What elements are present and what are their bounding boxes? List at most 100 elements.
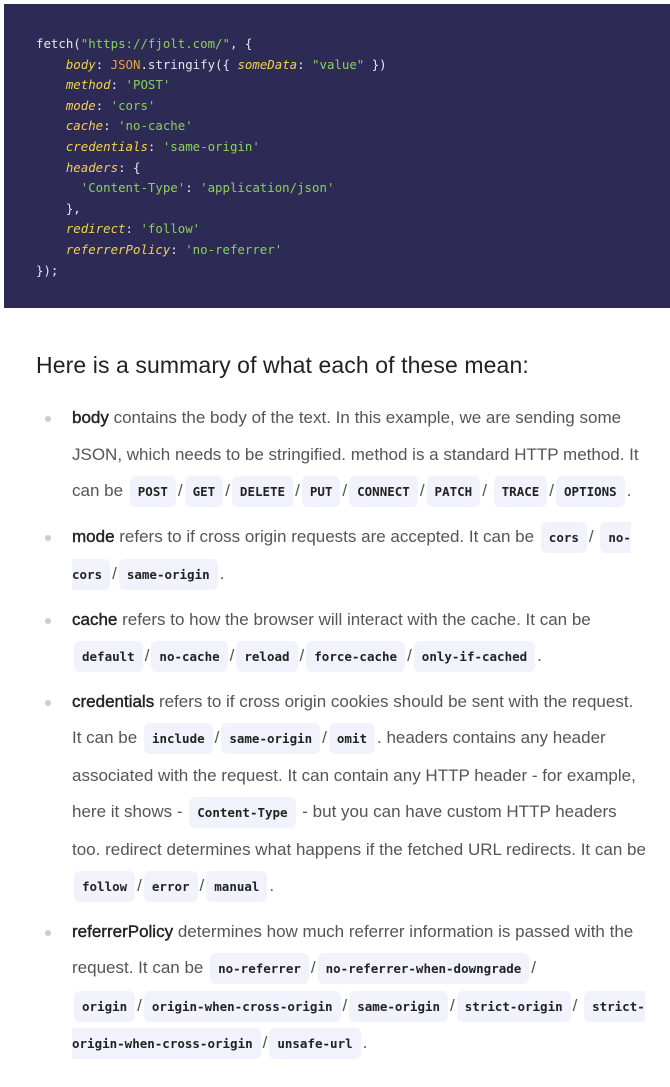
inline-code: same-origin	[349, 990, 449, 1022]
code-token: someData	[237, 56, 298, 72]
code-token: },	[36, 200, 81, 216]
inline-code: same-origin	[118, 559, 218, 590]
text: /	[549, 481, 555, 500]
text: /	[112, 564, 117, 583]
text: /	[137, 995, 142, 1015]
inline-code: Content-Type	[189, 797, 296, 828]
text: /	[342, 481, 348, 500]
inline-code: reload	[236, 641, 298, 672]
inline-code: origin	[74, 990, 136, 1022]
code-token: "https://fjolt.com/"	[80, 36, 230, 51]
code-token: :	[185, 180, 201, 196]
text: /	[322, 728, 327, 747]
text: /	[295, 481, 300, 500]
code-token: :	[147, 138, 163, 154]
inline-code: follow	[74, 871, 136, 902]
code-token: 'Content-Type'	[80, 180, 186, 196]
inline-code: include	[143, 723, 213, 754]
text: .	[269, 876, 275, 895]
inline-code: no-referrer-when-downgrade	[317, 953, 530, 984]
inline-code: CONNECT	[349, 476, 418, 507]
code-token: })	[364, 56, 387, 72]
inline-code: origin-when-cross-origin	[143, 990, 341, 1022]
inline-code: PUT	[301, 476, 341, 507]
code-token: :	[297, 56, 313, 72]
code-token: 'POST'	[125, 77, 171, 93]
text: /	[407, 646, 412, 665]
code-token: JSON	[110, 56, 141, 72]
text: /	[310, 958, 316, 977]
text: /	[572, 995, 583, 1015]
code-token: 'application/json'	[200, 180, 335, 196]
inline-code: PATCH	[426, 476, 481, 507]
inline-code: default	[74, 641, 143, 672]
code-token: "value"	[312, 56, 365, 72]
text: /	[199, 876, 205, 895]
inline-code: POST	[129, 476, 176, 507]
text: .	[626, 481, 632, 500]
code-token: method	[65, 77, 111, 93]
inline-code: only-if-cached	[413, 641, 536, 672]
text: .	[362, 1033, 368, 1052]
inline-code: omit	[328, 723, 375, 754]
term-name: referrerPolicy	[72, 921, 174, 941]
inline-code: TRACE	[493, 476, 548, 507]
text: /	[588, 526, 599, 546]
code-token: headers	[65, 159, 119, 175]
text: /	[225, 481, 230, 500]
text: refers to how the browser will interact …	[117, 609, 591, 629]
text: /	[229, 646, 235, 665]
summary-list: body contains the body of the text. In t…	[0, 400, 647, 1071]
text: /	[177, 481, 183, 500]
code-token: :	[95, 97, 111, 113]
text: /	[214, 728, 220, 747]
text: /	[419, 481, 425, 500]
text: .	[537, 646, 542, 665]
code-token: cache	[65, 118, 104, 134]
code-token: body	[65, 56, 96, 72]
code-block: fetch("https://fjolt.com/", { body: JSON…	[4, 4, 670, 308]
term-name: mode	[72, 526, 115, 546]
list-item: referrerPolicy determines how much refer…	[45, 914, 647, 1063]
code-token: 'no-referrer'	[185, 241, 283, 257]
text: /	[137, 876, 142, 895]
code-token: });	[36, 262, 59, 278]
code-token: .stringify({	[140, 56, 238, 72]
inline-code: error	[143, 871, 198, 902]
code-token: :	[110, 77, 126, 93]
code-token: : {	[118, 159, 141, 175]
text: /	[450, 995, 455, 1015]
code-token: 'no-cache'	[118, 118, 193, 134]
term-name: cache	[72, 609, 118, 629]
inline-code: GET	[184, 476, 224, 507]
term-name: credentials	[72, 691, 155, 711]
code-token: fetch(	[36, 36, 81, 51]
list-item: credentials refers to if cross origin co…	[45, 684, 647, 906]
code-token: :	[95, 56, 111, 72]
inline-code: unsafe-url	[269, 1028, 361, 1059]
section-heading: Here is a summary of what each of these …	[36, 352, 529, 378]
text: /	[299, 646, 305, 665]
code-token: :	[103, 118, 119, 134]
code-token: 'same-origin'	[162, 138, 260, 154]
code-token: credentials	[65, 138, 148, 154]
inline-code: strict-origin	[456, 990, 571, 1022]
inline-code: no-referrer	[210, 953, 309, 984]
term-name: body	[72, 408, 109, 427]
code-token: 'follow'	[140, 221, 201, 237]
code-token: :	[170, 241, 186, 257]
text: /	[531, 958, 537, 977]
inline-code: no-cache	[151, 641, 228, 672]
code-token: :	[125, 221, 141, 237]
code-token: mode	[65, 97, 96, 113]
list-item: body contains the body of the text. In t…	[45, 400, 647, 511]
text: /	[482, 481, 492, 500]
text: refers to if cross origin requests are a…	[114, 526, 539, 546]
